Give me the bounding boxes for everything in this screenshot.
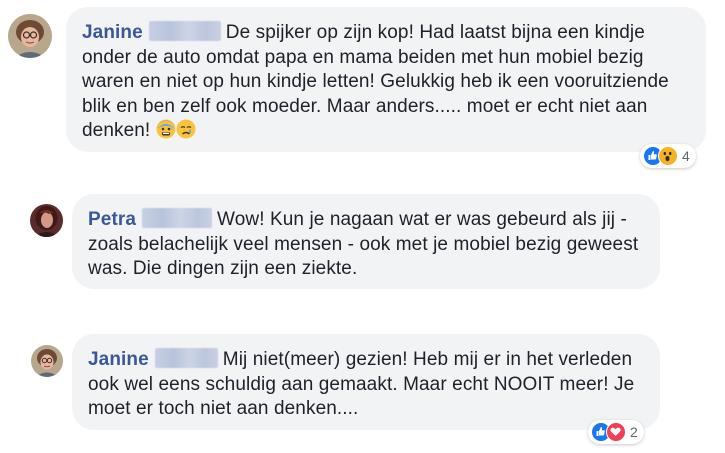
comment-bubble: Janine De spijker op zijn kop! Had laatst… xyxy=(66,7,706,152)
reaction-count: 2 xyxy=(630,424,638,440)
avatar-janine[interactable] xyxy=(31,345,63,377)
crying-face-emoji xyxy=(176,119,196,139)
love-icon xyxy=(606,422,626,442)
wow-icon xyxy=(658,146,678,166)
comment-author-name[interactable]: Petra xyxy=(88,209,136,230)
reaction-summary[interactable]: 2 xyxy=(588,420,644,444)
comment-author-name[interactable]: Janine xyxy=(82,22,143,43)
comment-bubble: Petra Wow! Kun je nagaan wat er was gebeu… xyxy=(72,194,660,289)
reaction-summary[interactable]: 4 xyxy=(640,144,696,168)
avatar-janine[interactable] xyxy=(8,14,52,58)
reaction-count: 4 xyxy=(682,148,690,164)
anxious-sweat-face-emoji xyxy=(156,119,176,139)
redacted-surname xyxy=(142,208,213,228)
avatar-petra[interactable] xyxy=(30,204,63,237)
comment-author-name[interactable]: Janine xyxy=(88,349,149,370)
redacted-surname xyxy=(148,21,221,41)
comment-bubble: Janine Mij niet(meer) gezien! Heb mij er … xyxy=(72,334,660,430)
redacted-surname xyxy=(154,348,218,368)
